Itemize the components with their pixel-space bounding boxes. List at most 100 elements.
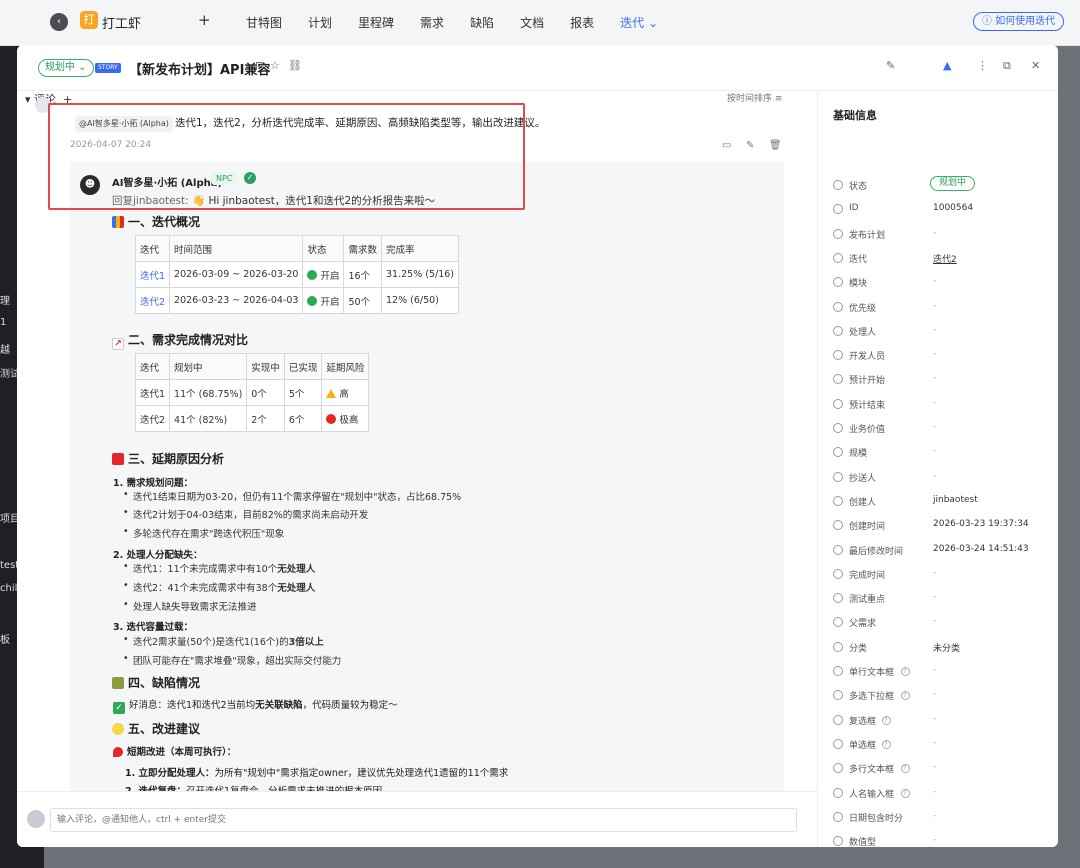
info-row[interactable]: 单选框? - (833, 734, 1058, 758)
tab-plan[interactable]: 计划 (308, 14, 332, 31)
help-icon[interactable]: ? (900, 667, 910, 676)
field-value[interactable]: - (933, 446, 936, 456)
close-icon[interactable]: ✕ (1031, 59, 1040, 72)
field-value[interactable]: - (933, 835, 936, 845)
tab-doc[interactable]: 文档 (520, 14, 544, 31)
info-row[interactable]: 完成时间 - (833, 564, 1058, 588)
field-value[interactable]: - (933, 592, 936, 602)
field-value[interactable]: 1000564 (933, 203, 973, 213)
help-button[interactable]: ⓘ 如何使用迭代 (973, 12, 1065, 31)
info-row[interactable]: 预计开始 - (833, 369, 1058, 393)
help-icon[interactable]: ? (900, 691, 910, 701)
field-value[interactable]: - (933, 714, 936, 724)
field-value[interactable]: - (933, 689, 936, 699)
info-row[interactable]: 模块 - (833, 272, 1058, 296)
tab-report[interactable]: 报表 (570, 14, 594, 31)
field-icon (833, 738, 843, 749)
sort-by-time[interactable]: 按时间排序 ≡ (727, 91, 782, 104)
help-icon[interactable]: ? (900, 788, 910, 798)
tab-iteration[interactable]: 迭代 ⌄ (620, 14, 658, 31)
field-icon (833, 520, 843, 531)
field-value[interactable]: 迭代2 (933, 252, 957, 265)
info-row[interactable]: 抄送人 - (833, 467, 1058, 491)
reply-icon[interactable]: ▭ (722, 140, 731, 151)
field-value[interactable]: - (933, 665, 936, 675)
info-row[interactable]: 复选框? - (833, 710, 1058, 734)
iteration-link[interactable]: 迭代1 (134, 261, 171, 288)
help-icon[interactable]: ? (900, 764, 910, 774)
info-row[interactable]: 人名输入框? - (833, 783, 1058, 807)
edit-comment-icon[interactable]: ✎ (746, 140, 754, 151)
field-value[interactable]: - (933, 325, 936, 335)
help-icon[interactable]: ? (881, 739, 891, 749)
info-row[interactable]: 创建时间 2026-03-23 19:37:34 (833, 515, 1058, 539)
field-value[interactable]: - (933, 616, 936, 626)
help-icon[interactable]: ? (881, 715, 891, 725)
info-row[interactable]: 数值型 - (833, 831, 1058, 847)
field-label: 状态 (849, 182, 868, 192)
info-row[interactable]: 迭代 迭代2 (833, 248, 1058, 272)
edit-icon[interactable]: ✎ (886, 59, 895, 72)
field-value[interactable]: - (933, 276, 936, 286)
more-icon[interactable]: ⋮ (977, 59, 988, 72)
iteration-link[interactable]: 迭代2 (134, 287, 171, 314)
app-logo: 打 (80, 11, 98, 29)
check-icon: ✓ (113, 702, 125, 714)
info-row[interactable]: 预计结束 - (833, 394, 1058, 418)
field-value[interactable]: - (933, 373, 936, 383)
field-value[interactable]: - (933, 349, 936, 359)
field-value[interactable]: - (933, 471, 936, 481)
field-icon (833, 471, 843, 482)
info-row[interactable]: 创建人 jinbaotest (833, 491, 1058, 515)
info-row[interactable]: 业务价值 - (833, 418, 1058, 442)
ai-icon[interactable]: ▲ (943, 59, 951, 72)
bug-icon (112, 677, 124, 689)
tab-gantt[interactable]: 甘特图 (246, 14, 282, 31)
delete-icon[interactable]: 🗑 (769, 140, 782, 151)
field-value[interactable]: 2026-03-24 14:51:43 (933, 544, 1029, 554)
info-row[interactable]: 单行文本框? - (833, 661, 1058, 685)
info-row[interactable]: ID 1000564 (833, 199, 1058, 223)
lock-icon[interactable]: ⊓ (255, 59, 264, 72)
info-row[interactable]: 多选下拉框? - (833, 685, 1058, 709)
info-row[interactable]: 日期包含时分 - (833, 807, 1058, 831)
field-value[interactable]: - (933, 422, 936, 432)
info-row[interactable]: 发布计划 - (833, 224, 1058, 248)
status-dropdown[interactable]: 规划中 ⌄ (38, 59, 94, 77)
info-row[interactable]: 开发人员 - (833, 345, 1058, 369)
tab-defect[interactable]: 缺陷 (470, 14, 494, 31)
field-value[interactable]: - (933, 568, 936, 578)
window-icon[interactable]: ⧉ (1003, 59, 1011, 73)
field-value[interactable]: 2026-03-23 19:37:34 (933, 519, 1029, 529)
field-icon (833, 714, 843, 725)
info-row[interactable]: 父需求 - (833, 612, 1058, 636)
star-icon[interactable]: ☆ (270, 59, 280, 72)
field-value[interactable]: - (933, 738, 936, 748)
info-row[interactable]: 分类 未分类 (833, 637, 1058, 661)
tab-milestone[interactable]: 里程碑 (358, 14, 394, 31)
status-value[interactable]: 规划中 (930, 176, 976, 191)
field-value[interactable]: - (933, 301, 936, 311)
info-row[interactable]: 优先级 - (833, 297, 1058, 321)
link-icon[interactable]: ⛓ (288, 59, 302, 72)
info-row[interactable]: 最后修改时间 2026-03-24 14:51:43 (833, 540, 1058, 564)
field-label: 完成时间 (849, 570, 886, 581)
field-value[interactable]: - (933, 762, 936, 772)
info-row[interactable]: 规模 - (833, 442, 1058, 466)
field-value[interactable]: jinbaotest (933, 495, 978, 505)
info-row[interactable]: 测试重点 - (833, 588, 1058, 612)
back-icon[interactable]: ‹ (50, 13, 68, 31)
add-icon[interactable]: + (198, 11, 211, 29)
info-row[interactable]: 多行文本框? - (833, 758, 1058, 782)
field-value[interactable]: - (933, 787, 936, 797)
comment-input[interactable] (50, 808, 797, 832)
field-value[interactable]: - (933, 398, 936, 408)
tab-requirement[interactable]: 需求 (420, 14, 444, 31)
field-value[interactable]: - (933, 228, 936, 238)
field-icon (833, 277, 843, 288)
info-row[interactable]: 处理人 - (833, 321, 1058, 345)
field-value[interactable]: - (933, 811, 936, 821)
field-value[interactable]: 未分类 (933, 641, 960, 654)
basic-info-panel: 基础信息 状态 规划中 ID 1000564 发布计划 - 迭代 迭代2 模块 - 优先级 - 处理人 -… (817, 91, 1058, 847)
info-row[interactable]: 状态 规划中 (833, 175, 1058, 199)
